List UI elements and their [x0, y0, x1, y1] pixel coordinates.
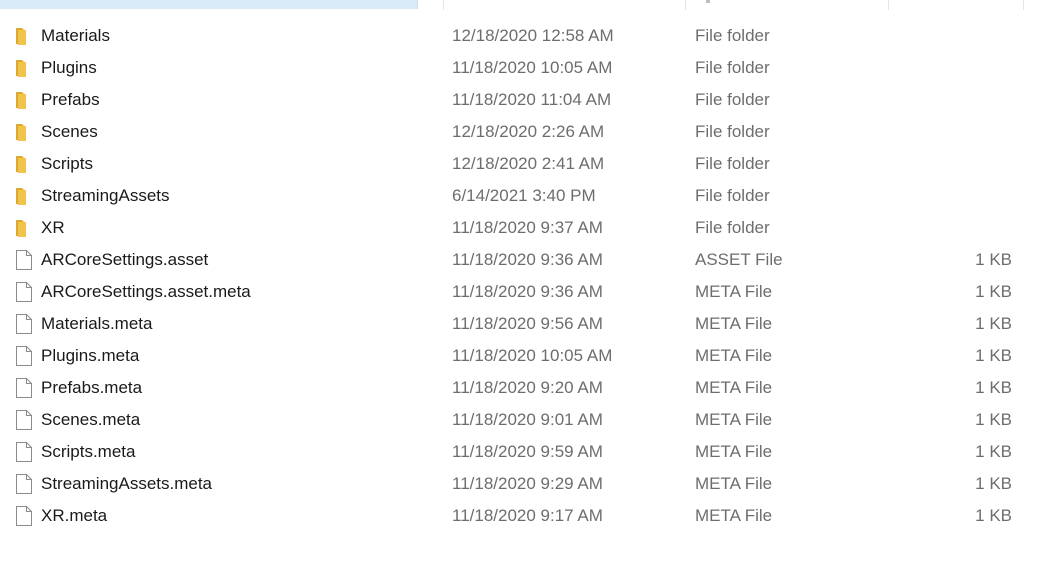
- file-type: META File: [695, 410, 773, 429]
- file-type: File folder: [695, 154, 770, 173]
- file-type: ASSET File: [695, 250, 783, 269]
- file-row[interactable]: Prefabs.meta 11/18/2020 9:20 AM META File 1…: [0, 372, 1047, 404]
- file-icon: [14, 345, 34, 367]
- file-name: Materials: [41, 26, 110, 45]
- file-type: META File: [695, 314, 773, 333]
- folder-icon: [14, 121, 34, 143]
- file-name: StreamingAssets.meta: [41, 474, 213, 493]
- file-row[interactable]: Scripts 12/18/2020 2:41 AM File folder: [0, 148, 1047, 180]
- file-date-modified: 11/18/2020 9:36 AM: [452, 282, 603, 301]
- file-type: META File: [695, 474, 773, 493]
- file-date-modified: 11/18/2020 9:17 AM: [452, 506, 603, 525]
- file-icon: [14, 377, 34, 399]
- file-name: Materials.meta: [41, 314, 153, 333]
- file-date-modified: 11/18/2020 9:01 AM: [452, 410, 603, 429]
- file-size: 1 KB: [975, 378, 1012, 397]
- column-divider[interactable]: [888, 0, 889, 10]
- file-row[interactable]: Scenes.meta 11/18/2020 9:01 AM META File 1 …: [0, 404, 1047, 436]
- file-name: Scenes.meta: [41, 410, 141, 429]
- file-row[interactable]: ARCoreSettings.asset.meta 11/18/2020 9:36…: [0, 276, 1047, 308]
- file-type: File folder: [695, 122, 770, 141]
- file-type: File folder: [695, 218, 770, 237]
- file-row[interactable]: ARCoreSettings.asset 11/18/2020 9:36 AM AS…: [0, 244, 1047, 276]
- file-size: 1 KB: [975, 410, 1012, 429]
- column-header-type[interactable]: [706, 0, 710, 3]
- file-date-modified: 6/14/2021 3:40 PM: [452, 186, 596, 205]
- file-type: META File: [695, 378, 773, 397]
- file-type: File folder: [695, 186, 770, 205]
- file-icon: [14, 249, 34, 271]
- file-size: 1 KB: [975, 250, 1012, 269]
- file-date-modified: 11/18/2020 9:29 AM: [452, 474, 603, 493]
- file-row[interactable]: StreamingAssets 6/14/2021 3:40 PM File fol…: [0, 180, 1047, 212]
- file-row[interactable]: Scripts.meta 11/18/2020 9:59 AM META File 1…: [0, 436, 1047, 468]
- file-name: Scripts.meta: [41, 442, 136, 461]
- file-size: 1 KB: [975, 346, 1012, 365]
- folder-icon: [14, 153, 34, 175]
- file-row[interactable]: StreamingAssets.meta 11/18/2020 9:29 AM ME…: [0, 468, 1047, 500]
- file-row[interactable]: Materials.meta 11/18/2020 9:56 AM META Fil…: [0, 308, 1047, 340]
- file-size: 1 KB: [975, 282, 1012, 301]
- file-row[interactable]: Plugins 11/18/2020 10:05 AM File folder: [0, 52, 1047, 84]
- file-name: Scripts: [41, 154, 93, 173]
- folder-icon: [14, 25, 34, 47]
- file-date-modified: 11/18/2020 9:37 AM: [452, 218, 603, 237]
- file-date-modified: 11/18/2020 10:05 AM: [452, 58, 613, 77]
- file-type: File folder: [695, 90, 770, 109]
- file-date-modified: 11/18/2020 10:05 AM: [452, 346, 613, 365]
- file-icon: [14, 441, 34, 463]
- folder-icon: [14, 217, 34, 239]
- file-size: 1 KB: [975, 442, 1012, 461]
- column-header-name[interactable]: [0, 0, 418, 9]
- file-date-modified: 11/18/2020 9:36 AM: [452, 250, 603, 269]
- file-date-modified: 12/18/2020 2:41 AM: [452, 154, 605, 173]
- file-type: META File: [695, 346, 773, 365]
- file-row[interactable]: XR 11/18/2020 9:37 AM File folder: [0, 212, 1047, 244]
- file-row[interactable]: Plugins.meta 11/18/2020 10:05 AM META File…: [0, 340, 1047, 372]
- file-date-modified: 11/18/2020 9:56 AM: [452, 314, 603, 333]
- file-name: Plugins.meta: [41, 346, 140, 365]
- file-row[interactable]: Scenes 12/18/2020 2:26 AM File folder: [0, 116, 1047, 148]
- folder-icon: [14, 57, 34, 79]
- file-type: META File: [695, 506, 773, 525]
- file-icon: [14, 409, 34, 431]
- file-date-modified: 11/18/2020 9:59 AM: [452, 442, 603, 461]
- file-name: StreamingAssets: [41, 186, 170, 205]
- file-icon: [14, 505, 34, 527]
- folder-icon: [14, 185, 34, 207]
- file-icon: [14, 473, 34, 495]
- file-date-modified: 11/18/2020 11:04 AM: [452, 90, 612, 109]
- file-date-modified: 12/18/2020 12:58 AM: [452, 26, 614, 45]
- file-name: XR: [41, 218, 65, 237]
- file-date-modified: 11/18/2020 9:20 AM: [452, 378, 603, 397]
- file-name: ARCoreSettings.asset.meta: [41, 282, 251, 301]
- file-size: 1 KB: [975, 314, 1012, 333]
- file-explorer-view: Materials 12/18/2020 12:58 AM File folder P…: [0, 0, 1047, 581]
- file-row[interactable]: XR.meta 11/18/2020 9:17 AM META File 1 KB: [0, 500, 1047, 532]
- file-name: Plugins: [41, 58, 97, 77]
- file-name: Prefabs: [41, 90, 100, 109]
- file-name: ARCoreSettings.asset: [41, 250, 209, 269]
- file-row[interactable]: Prefabs 11/18/2020 11:04 AM File folder: [0, 84, 1047, 116]
- file-icon: [14, 313, 34, 335]
- file-type: File folder: [695, 58, 770, 77]
- column-divider[interactable]: [1023, 0, 1024, 10]
- file-list: Materials 12/18/2020 12:58 AM File folder P…: [0, 20, 1047, 532]
- column-divider[interactable]: [685, 0, 686, 10]
- file-size: 1 KB: [975, 506, 1012, 525]
- file-type: File folder: [695, 26, 770, 45]
- file-type: META File: [695, 282, 773, 301]
- folder-icon: [14, 89, 34, 111]
- file-name: Prefabs.meta: [41, 378, 143, 397]
- file-icon: [14, 281, 34, 303]
- file-type: META File: [695, 442, 773, 461]
- file-row[interactable]: Materials 12/18/2020 12:58 AM File folder: [0, 20, 1047, 52]
- file-size: 1 KB: [975, 474, 1012, 493]
- column-divider[interactable]: [443, 0, 444, 10]
- file-date-modified: 12/18/2020 2:26 AM: [452, 122, 605, 141]
- file-name: XR.meta: [41, 506, 108, 525]
- column-header-bar: [0, 0, 1047, 10]
- file-name: Scenes: [41, 122, 98, 141]
